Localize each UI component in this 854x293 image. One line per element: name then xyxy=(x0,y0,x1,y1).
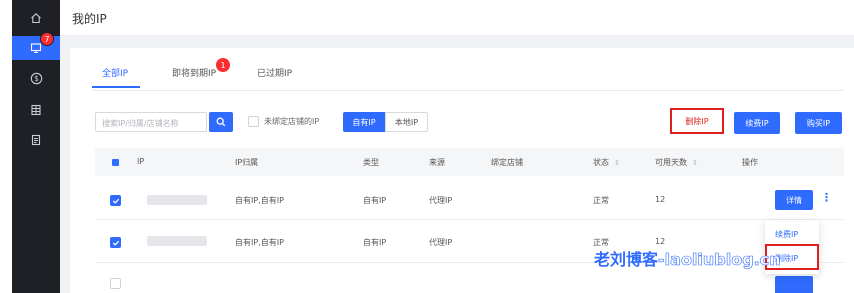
top-bar: 我的IP xyxy=(60,0,854,36)
col-status-label: 状态 xyxy=(593,158,609,167)
search-input[interactable]: 搜索IP/归属/店铺名称 xyxy=(95,112,207,132)
home-icon xyxy=(31,13,41,24)
buy-ip-button[interactable]: 购买IP xyxy=(795,112,842,134)
col-status[interactable]: 状态 ⇕ xyxy=(593,157,620,168)
monitor-icon xyxy=(30,43,42,54)
col-days[interactable]: 可用天数 ⇕ xyxy=(655,157,698,168)
page-title: 我的IP xyxy=(72,12,107,26)
col-type: 类型 xyxy=(363,158,379,167)
segment-local-ip[interactable]: 本地IP xyxy=(385,112,428,132)
search-icon xyxy=(216,117,226,127)
check-icon xyxy=(112,240,119,246)
renew-ip-button[interactable]: 续费IP xyxy=(734,112,780,134)
cell-owner: 自有IP,自有IP xyxy=(235,238,284,247)
sidebar-item-orders[interactable] xyxy=(12,128,60,152)
segment-own-ip[interactable]: 自有IP xyxy=(343,112,385,132)
ip-address-redacted xyxy=(147,195,207,205)
search-button[interactable] xyxy=(209,112,233,132)
tab-all-ip[interactable]: 全部IP xyxy=(102,66,128,79)
watermark: 老刘博客-laoliublog.cn xyxy=(594,246,781,270)
col-days-label: 可用天数 xyxy=(655,158,687,167)
tab-expired-ip[interactable]: 已过期IP xyxy=(257,66,292,79)
sidebar-item-stores[interactable] xyxy=(12,98,60,122)
unbound-label: 未绑定店铺的IP xyxy=(264,117,320,126)
tab-badge: 1 xyxy=(216,58,230,72)
col-source: 来源 xyxy=(429,158,445,167)
sidebar: 7 $ xyxy=(12,0,60,293)
building-icon xyxy=(31,104,41,116)
cell-source: 代理IP xyxy=(429,196,453,205)
table-header: IP IP归属 类型 来源 绑定店铺 状态 ⇕ 可用天数 ⇕ 操作 xyxy=(95,148,844,176)
unbound-filter[interactable]: 未绑定店铺的IP xyxy=(248,116,319,127)
detail-button[interactable] xyxy=(775,276,813,293)
sidebar-item-billing[interactable]: $ xyxy=(12,66,60,90)
tab-divider xyxy=(92,90,844,91)
select-all-checkbox[interactable] xyxy=(112,159,119,166)
tab-expiring-ip[interactable]: 即将到期IP xyxy=(172,66,216,79)
delete-ip-label: 删除IP xyxy=(685,116,709,126)
delete-ip-button[interactable]: 删除IP xyxy=(670,108,724,134)
svg-text:$: $ xyxy=(34,74,39,83)
col-actions: 操作 xyxy=(742,158,758,167)
row-checkbox[interactable] xyxy=(110,195,121,206)
check-icon xyxy=(112,198,119,204)
table-row: 自有IP,自有IP 自有IP 代理IP 正常 12 详情 ⋮ xyxy=(95,178,844,220)
more-actions-icon[interactable]: ⋮ xyxy=(821,191,832,204)
row-checkbox[interactable] xyxy=(110,278,121,289)
detail-button[interactable]: 详情 xyxy=(775,190,813,210)
watermark-text-b: -laoliublog.cn xyxy=(658,250,781,270)
cell-type: 自有IP xyxy=(363,196,387,205)
unbound-checkbox[interactable] xyxy=(248,116,259,127)
sidebar-item-home[interactable] xyxy=(12,6,60,30)
sort-icon[interactable]: ⇕ xyxy=(692,159,698,167)
document-icon xyxy=(31,134,41,146)
col-ip: IP xyxy=(137,157,145,166)
cell-days: 12 xyxy=(655,237,666,246)
sidebar-item-ip[interactable]: 7 xyxy=(12,32,60,60)
row-checkbox[interactable] xyxy=(110,237,121,248)
col-store: 绑定店铺 xyxy=(491,158,523,167)
sort-icon[interactable]: ⇕ xyxy=(614,159,620,167)
cell-owner: 自有IP,自有IP xyxy=(235,196,284,205)
ip-address-redacted xyxy=(147,236,207,246)
menu-item-renew[interactable]: 续费IP xyxy=(775,229,798,240)
active-tab-indicator xyxy=(92,86,140,88)
watermark-text-a: 老刘博客 xyxy=(594,250,659,269)
cell-days: 12 xyxy=(655,195,666,204)
main-area: 我的IP 全部IP 即将到期IP 1 已过期IP 搜索IP/归属/店铺名称 未绑… xyxy=(60,0,854,293)
cell-type: 自有IP xyxy=(363,238,387,247)
cell-status: 正常 xyxy=(593,196,609,205)
dollar-icon: $ xyxy=(30,72,42,84)
cell-source: 代理IP xyxy=(429,238,453,247)
notification-badge: 7 xyxy=(40,32,54,46)
col-owner: IP归属 xyxy=(235,158,259,167)
